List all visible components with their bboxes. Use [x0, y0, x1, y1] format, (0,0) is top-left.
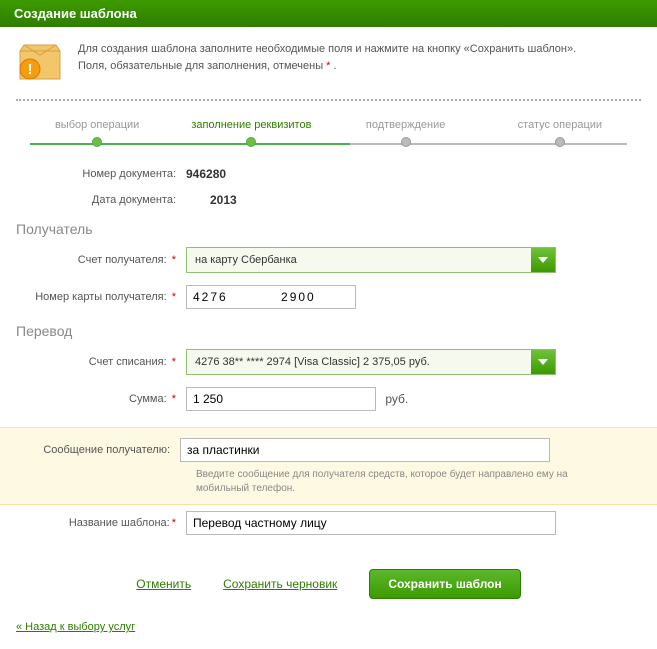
section-recipient: Получатель	[16, 213, 641, 241]
doc-date-value: 2013	[186, 193, 641, 207]
row-template-name: Название шаблона:*	[16, 505, 641, 541]
step-dot-icon	[246, 137, 256, 147]
step-dot-icon	[401, 137, 411, 147]
form-body-2: Название шаблона:*	[0, 505, 657, 551]
amount-input[interactable]	[186, 387, 376, 411]
chevron-down-icon	[531, 350, 555, 374]
wizard-step-fill-details: заполнение реквизитов	[174, 119, 328, 147]
step-dot-icon	[555, 137, 565, 147]
row-recipient-account: Счет получателя: * на карту Сбербанка	[16, 241, 641, 279]
message-label: Сообщение получателю:	[16, 444, 180, 456]
info-line2-before: Поля, обязательные для заполнения, отмеч…	[78, 60, 326, 72]
wizard-step-status: статус операции	[483, 119, 637, 147]
row-message: Сообщение получателю:	[16, 436, 641, 464]
recipient-card-label: Номер карты получателя: *	[16, 291, 186, 303]
info-bar: ! Для создания шаблона заполните необход…	[0, 27, 657, 93]
template-name-input[interactable]	[186, 511, 556, 535]
amount-label: Сумма: *	[16, 393, 186, 405]
debit-account-label: Счет списания: *	[16, 356, 186, 368]
recipient-card-input[interactable]	[186, 285, 356, 309]
wizard-steps: выбор операции заполнение реквизитов под…	[0, 101, 657, 161]
highlight-message-row: Сообщение получателю: Введите сообщение …	[0, 427, 657, 505]
debit-account-selected: 4276 38** **** 2974 [Visa Classic] 2 375…	[187, 356, 531, 368]
template-form-container: Создание шаблона ! Для создания шаблона …	[0, 0, 657, 649]
info-line2-after: .	[330, 60, 336, 72]
info-text: Для создания шаблона заполните необходим…	[78, 41, 576, 74]
step-dot-icon	[92, 137, 102, 147]
action-bar: Отменить Сохранить черновик Сохранить ша…	[0, 551, 657, 613]
svg-text:!: !	[28, 61, 33, 78]
page-title: Создание шаблона	[14, 6, 137, 21]
row-debit-account: Счет списания: * 4276 38** **** 2974 [Vi…	[16, 343, 641, 381]
back-to-services-link[interactable]: « Назад к выбору услуг	[16, 621, 135, 633]
row-recipient-card: Номер карты получателя: *	[16, 279, 641, 315]
info-line1: Для создания шаблона заполните необходим…	[78, 43, 576, 55]
wizard-step-select-operation: выбор операции	[20, 119, 174, 147]
wizard-step-confirmation: подтверждение	[329, 119, 483, 147]
template-name-label: Название шаблона:*	[16, 517, 186, 529]
save-template-button[interactable]: Сохранить шаблон	[369, 569, 520, 599]
form-body: Номер документа: 946280 Дата документа: …	[0, 161, 657, 427]
recipient-account-select[interactable]: на карту Сбербанка	[186, 247, 556, 273]
row-doc-date: Дата документа: 2013	[16, 187, 641, 213]
doc-number-label: Номер документа:	[16, 168, 186, 180]
debit-account-select[interactable]: 4276 38** **** 2974 [Visa Classic] 2 375…	[186, 349, 556, 375]
amount-unit: руб.	[385, 392, 408, 406]
recipient-account-selected: на карту Сбербанка	[187, 254, 531, 266]
wallet-warning-icon: !	[16, 41, 64, 83]
row-amount: Сумма: * руб.	[16, 381, 641, 417]
message-input[interactable]	[180, 438, 550, 462]
page-header: Создание шаблона	[0, 0, 657, 27]
row-doc-number: Номер документа: 946280	[16, 161, 641, 187]
cancel-button[interactable]: Отменить	[136, 577, 191, 591]
chevron-down-icon	[531, 248, 555, 272]
message-hint: Введите сообщение для получателя средств…	[196, 468, 596, 496]
recipient-account-label: Счет получателя: *	[16, 254, 186, 266]
doc-number-value: 946280	[186, 167, 641, 181]
save-draft-button[interactable]: Сохранить черновик	[223, 577, 337, 591]
doc-date-label: Дата документа:	[16, 194, 186, 206]
section-transfer: Перевод	[16, 315, 641, 343]
back-link-container: « Назад к выбору услуг	[0, 613, 657, 649]
